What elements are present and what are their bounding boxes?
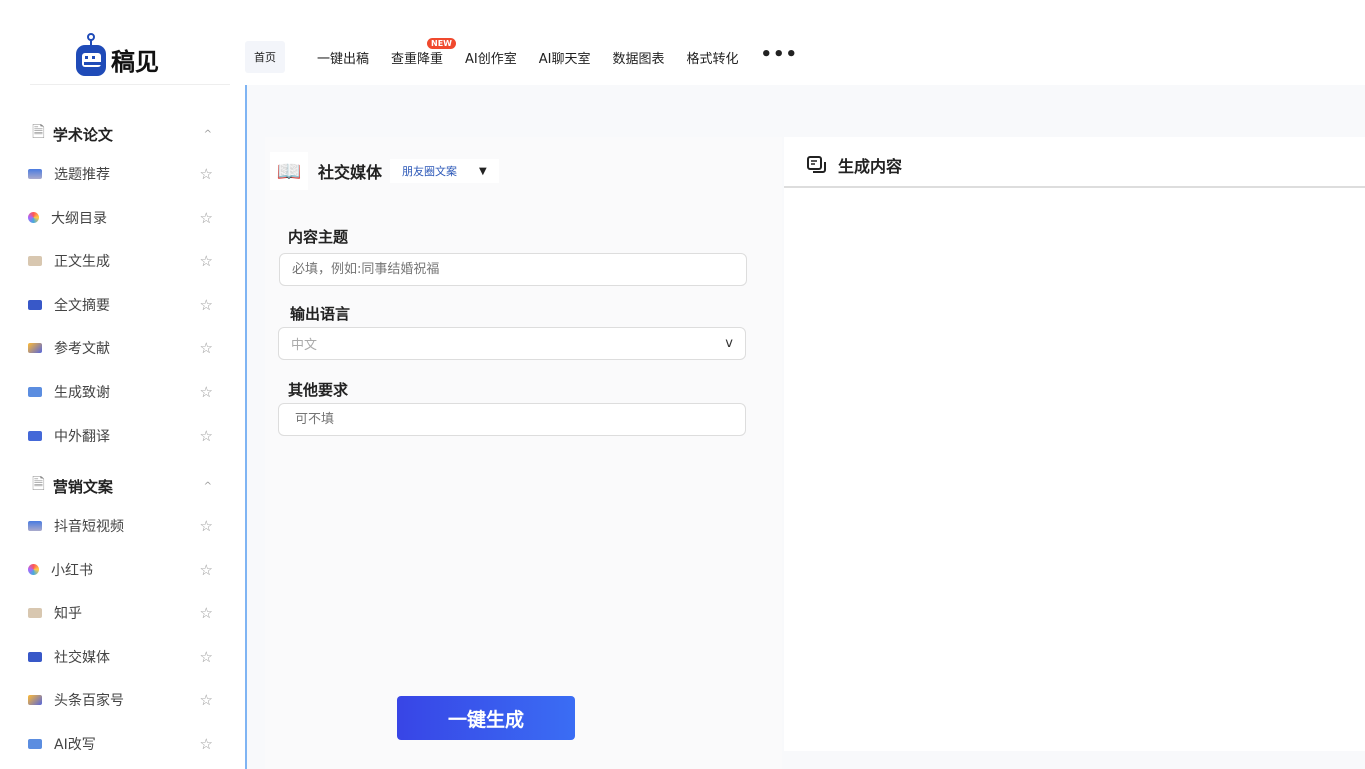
sidebar-item-label: 小红书 [51, 562, 93, 579]
top-header: 稿见 首页 一键出稿 查重降重 NEW AI创作室 AI聊天室 数据图表 格式转化… [0, 0, 1365, 85]
sidebar-item[interactable]: 社交媒体 ☆ [28, 647, 213, 667]
content-copy-icon [807, 156, 826, 173]
language-select[interactable]: 中文 v [278, 327, 746, 360]
document-icon: 🗎 [32, 474, 45, 493]
output-title: 生成内容 [838, 157, 903, 176]
sidebar-item[interactable]: 选题推荐 ☆ [28, 164, 213, 184]
sidebar-item[interactable]: 参考文献 ☆ [28, 338, 213, 358]
sidebar-item[interactable]: 正文生成 ☆ [28, 251, 213, 271]
sidebar-item[interactable]: 头条百家号 ☆ [28, 690, 213, 710]
sidebar-item-label: 社交媒体 [54, 649, 110, 666]
sidebar-item[interactable]: 大纲目录 ☆ [28, 208, 213, 228]
chevron-up-icon[interactable]: ^ [204, 481, 212, 492]
sidebar-item[interactable]: 全文摘要 ☆ [28, 295, 213, 315]
tool-icon [28, 695, 42, 706]
tool-icon [28, 343, 42, 354]
tool-icon [28, 387, 42, 397]
document-icon: 🗎 [32, 122, 45, 141]
divider [784, 186, 1365, 188]
tool-icon [28, 651, 42, 662]
logo[interactable]: 稿见 [75, 33, 159, 77]
sidebar-divider [245, 85, 247, 769]
star-icon[interactable]: ☆ [200, 648, 213, 666]
topic-input[interactable] [279, 253, 747, 286]
tool-icon [28, 608, 42, 619]
section-title: 营销文案 [52, 478, 113, 496]
star-icon[interactable]: ☆ [200, 561, 213, 579]
star-icon[interactable]: ☆ [200, 427, 213, 445]
robot-logo-icon [75, 33, 107, 77]
nav-ai-studio[interactable]: AI创作室 [465, 48, 517, 67]
sidebar-item-label: 头条百家号 [54, 693, 124, 710]
more-icon[interactable]: ••• [761, 44, 799, 65]
sidebar-item-label: 知乎 [54, 606, 82, 623]
sidebar-item-label: 正文生成 [54, 254, 110, 271]
nav-format[interactable]: 格式转化 [687, 48, 739, 67]
sidebar-item-label: 参考文献 [54, 341, 110, 358]
tool-icon [28, 299, 42, 310]
star-icon[interactable]: ☆ [200, 296, 213, 314]
sidebar-item-label: 生成致谢 [54, 385, 110, 401]
sidebar-section[interactable]: 🗎 营销文案 ^ [32, 473, 212, 500]
tool-icon [28, 212, 39, 224]
nav-charts[interactable]: 数据图表 [613, 48, 665, 67]
output-header: 生成内容 [806, 153, 902, 177]
chevron-up-icon[interactable]: ^ [204, 129, 212, 140]
tool-icon [28, 256, 42, 267]
tool-icon [28, 430, 42, 441]
sidebar-item-label: 抖音短视频 [54, 519, 124, 535]
nav-label: 查重降重 [391, 51, 444, 67]
type-select[interactable]: 朋友圈文案 ▼ [390, 159, 499, 183]
sidebar-item[interactable]: 小红书 ☆ [28, 560, 213, 580]
generate-button[interactable]: 一键生成 [397, 696, 575, 740]
tool-icon [28, 169, 42, 179]
star-icon[interactable]: ☆ [200, 604, 213, 622]
tool-icon [28, 564, 39, 576]
sidebar-item[interactable]: AI改写 ☆ [28, 734, 213, 754]
other-label: 其他要求 [288, 381, 349, 399]
type-value: 朋友圈文案 [402, 165, 458, 178]
new-badge: NEW [427, 37, 456, 49]
brand-name: 稿见 [111, 47, 159, 76]
top-nav: 首页 一键出稿 查重降重 NEW AI创作室 AI聊天室 数据图表 格式转化 ••… [245, 37, 820, 73]
language-value: 中文 [291, 338, 318, 353]
nav-plagiarism[interactable]: 查重降重 NEW [391, 37, 456, 67]
star-icon[interactable]: ☆ [200, 383, 213, 401]
output-panel: 生成内容 [784, 137, 1365, 751]
star-icon[interactable]: ☆ [200, 209, 213, 227]
star-icon[interactable]: ☆ [200, 735, 213, 753]
other-input[interactable] [278, 403, 746, 436]
star-icon[interactable]: ☆ [200, 339, 213, 357]
chevron-down-icon: v [725, 336, 733, 351]
nav-home[interactable]: 首页 [245, 41, 285, 73]
tool-icon [28, 739, 42, 749]
sidebar-item[interactable]: 中外翻译 ☆ [28, 426, 213, 446]
sidebar-item-label: 中外翻译 [54, 428, 110, 445]
sidebar-item-label: 选题推荐 [54, 167, 110, 183]
sidebar-item-label: 大纲目录 [51, 210, 107, 227]
star-icon[interactable]: ☆ [200, 165, 213, 183]
star-icon[interactable]: ☆ [200, 517, 213, 535]
language-label: 输出语言 [290, 305, 351, 323]
divider [30, 84, 230, 85]
section-title: 学术论文 [52, 126, 113, 144]
form-header: 📖 社交媒体 朋友圈文案 ▼ [270, 152, 499, 190]
sidebar-item[interactable]: 抖音短视频 ☆ [28, 516, 213, 536]
form-title: 社交媒体 [318, 163, 383, 182]
star-icon[interactable]: ☆ [200, 691, 213, 709]
sidebar-item[interactable]: 知乎 ☆ [28, 603, 213, 623]
book-icon: 📖 [270, 152, 308, 190]
topic-label: 内容主题 [288, 228, 349, 246]
sidebar-item-label: AI改写 [54, 737, 96, 753]
caret-down-icon: ▼ [479, 165, 487, 177]
sidebar-item-label: 全文摘要 [54, 297, 110, 314]
nav-one-click[interactable]: 一键出稿 [317, 48, 369, 67]
tool-icon [28, 521, 42, 531]
sidebar-section[interactable]: 🗎 学术论文 ^ [32, 121, 212, 148]
sidebar-item[interactable]: 生成致谢 ☆ [28, 382, 213, 402]
nav-ai-chat[interactable]: AI聊天室 [539, 48, 591, 67]
star-icon[interactable]: ☆ [200, 252, 213, 270]
